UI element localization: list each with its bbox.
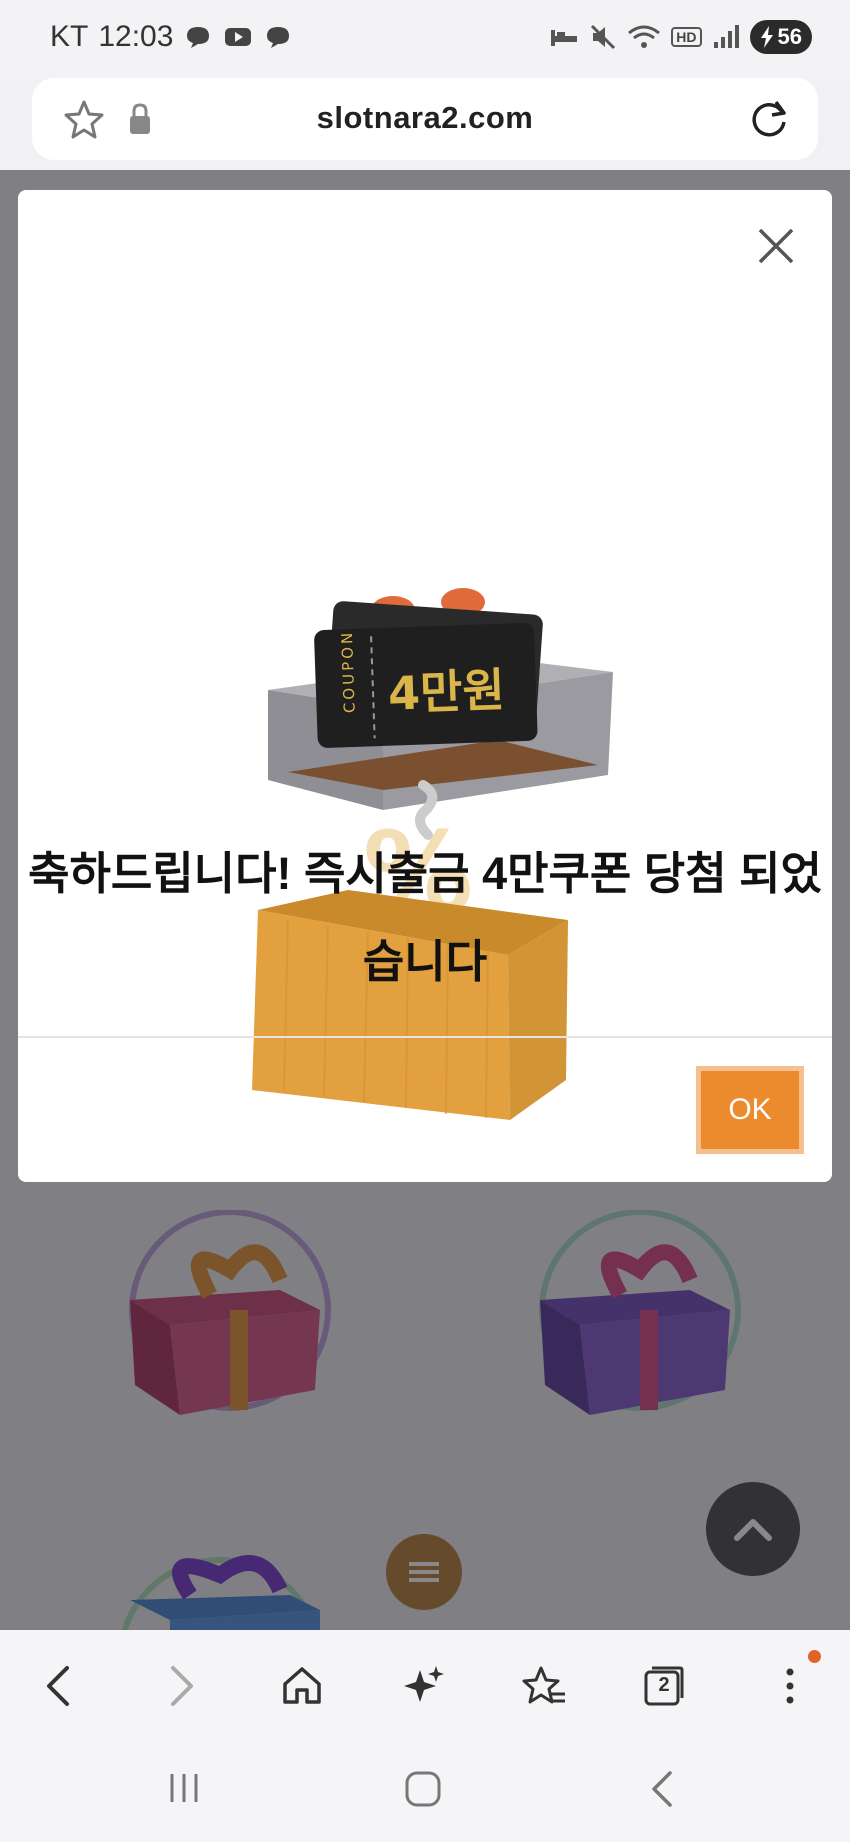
wifi-icon (628, 25, 661, 48)
home-icon (283, 1667, 321, 1704)
chevron-right-icon (171, 1666, 193, 1706)
battery-level: 56 (777, 24, 802, 49)
congratulations-message: 축하드립니다! 즉시출금 4만쿠폰 당첨 되었 습니다 (18, 830, 832, 1006)
home-button[interactable] (278, 1662, 326, 1710)
coupon-label: COUPON (338, 629, 359, 713)
more-menu-button[interactable] (766, 1662, 814, 1710)
tabs-button[interactable]: 2 (640, 1662, 688, 1710)
sleep-mode-icon (551, 30, 578, 46)
clock: 12:03 (98, 20, 174, 53)
coupon-modal: COUPON 4만원 % 축하드립니다! 즉시출금 4만쿠폰 당첨 되었 습니다… (18, 190, 832, 1182)
back-nav-icon[interactable] (648, 1770, 676, 1808)
bookmarks-icon (522, 1666, 565, 1704)
coupon-value: 4만원 (387, 663, 505, 721)
reload-icon[interactable] (746, 96, 792, 142)
message-line-1: 축하드립니다! 즉시출금 4만쿠폰 당첨 되었 (28, 848, 822, 899)
home-nav-icon[interactable] (404, 1770, 442, 1808)
signal-icon (713, 25, 739, 48)
forward-button[interactable] (158, 1662, 206, 1710)
hd-badge: HD (671, 27, 702, 47)
system-nav-bar (0, 1740, 850, 1842)
charging-icon (760, 26, 773, 48)
message-line-2: 습니다 (362, 936, 488, 987)
tab-count: 2 (658, 1674, 670, 1696)
back-button[interactable] (34, 1662, 82, 1710)
chat-icon-2 (267, 27, 290, 48)
close-icon[interactable] (756, 226, 796, 266)
youtube-icon (225, 28, 252, 46)
modal-divider (18, 1036, 832, 1038)
browser-toolbar: 2 (0, 1630, 850, 1740)
coupon-gift-box-illustration: COUPON 4만원 % (252, 588, 613, 1120)
url-bar[interactable]: slotnara2.com (32, 78, 818, 160)
ok-button[interactable]: OK (696, 1066, 804, 1154)
chat-icon (187, 27, 210, 48)
mute-icon (591, 24, 616, 50)
status-bar: KT 12:03 HD 56 (0, 0, 850, 80)
url-text[interactable]: slotnara2.com (32, 100, 818, 136)
battery-indicator: 56 (749, 20, 812, 54)
ai-features-button[interactable] (400, 1662, 448, 1710)
sparkle-icon (404, 1666, 444, 1702)
recent-apps-icon[interactable] (166, 1770, 202, 1806)
more-vertical-icon (786, 1668, 794, 1704)
carrier-label: KT (50, 20, 89, 53)
chevron-left-icon (47, 1666, 69, 1706)
status-left: KT 12:03 (50, 20, 293, 54)
status-right: HD 56 (549, 20, 812, 54)
notification-dot (808, 1650, 821, 1663)
bookmarks-button[interactable] (520, 1662, 568, 1710)
